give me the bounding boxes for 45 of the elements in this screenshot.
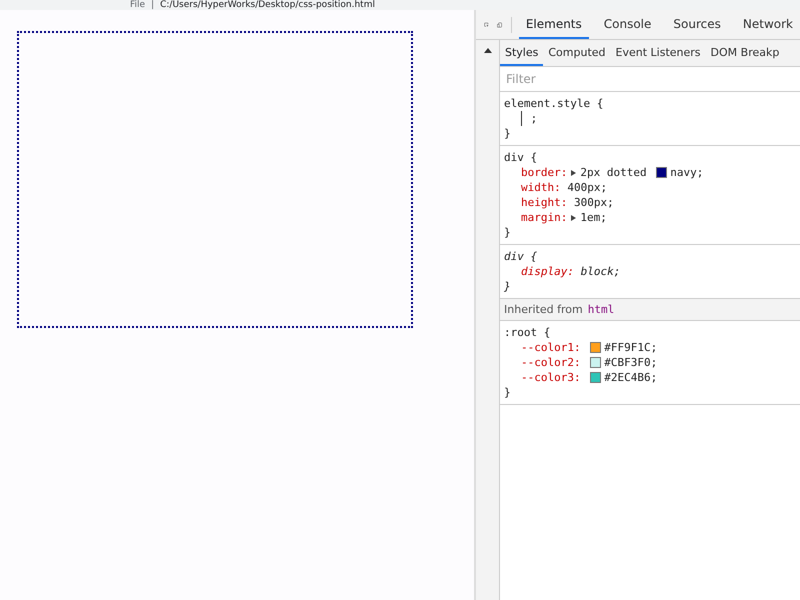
property-name[interactable]: border: bbox=[521, 165, 568, 180]
devtools-tab[interactable]: Console bbox=[596, 10, 658, 39]
property-value[interactable]: 400px; bbox=[567, 180, 608, 195]
devtools-tab[interactable]: Network bbox=[736, 10, 800, 39]
property-value[interactable]: 300px; bbox=[574, 195, 614, 210]
devtools-tab[interactable]: Sources bbox=[666, 10, 728, 39]
property-value[interactable]: navy; bbox=[670, 165, 704, 180]
property-name[interactable]: width: bbox=[521, 180, 561, 195]
styles-subtab[interactable]: Event Listeners bbox=[610, 40, 706, 66]
element-link[interactable]: html bbox=[588, 303, 614, 316]
property-value[interactable]: #CBF3F0; bbox=[604, 355, 658, 370]
color-swatch[interactable] bbox=[590, 357, 602, 368]
property-value[interactable]: 2px dotted bbox=[580, 165, 647, 180]
color-swatch[interactable] bbox=[656, 167, 668, 178]
property-value[interactable]: #FF9F1C; bbox=[604, 340, 658, 355]
scroll-up-icon[interactable] bbox=[484, 48, 492, 53]
closing-brace: } bbox=[504, 279, 512, 294]
css-selector: :root { bbox=[504, 325, 552, 340]
css-selector: div { bbox=[504, 249, 538, 264]
property-value[interactable]: ; bbox=[530, 111, 538, 126]
text-caret bbox=[521, 111, 522, 126]
css-selector: div { bbox=[504, 150, 538, 165]
property-name[interactable]: --color2: bbox=[521, 355, 581, 370]
color-swatch[interactable] bbox=[590, 372, 602, 383]
property-name[interactable]: --color1: bbox=[521, 340, 581, 355]
property-value[interactable]: #2EC4B6; bbox=[604, 370, 658, 385]
styles-subtab[interactable]: DOM Breakp bbox=[706, 40, 784, 66]
property-name[interactable]: margin: bbox=[521, 210, 568, 225]
closing-brace: } bbox=[504, 225, 512, 240]
expand-icon[interactable] bbox=[571, 214, 576, 220]
closing-brace: } bbox=[504, 126, 512, 141]
inherited-label: Inherited from bbox=[504, 303, 583, 316]
address-url[interactable]: C:/Users/HyperWorks/Desktop/css-position.html bbox=[160, 0, 375, 10]
address-separator: | bbox=[151, 0, 154, 10]
property-name[interactable]: --color3: bbox=[521, 370, 581, 385]
property-name[interactable]: height: bbox=[521, 195, 568, 210]
css-selector: element.style { bbox=[504, 96, 604, 111]
closing-brace: } bbox=[504, 385, 512, 400]
property-value[interactable]: 1em; bbox=[580, 210, 607, 225]
color-swatch[interactable] bbox=[590, 342, 602, 353]
property-name[interactable]: display: bbox=[521, 264, 574, 279]
styles-subtab[interactable]: Computed bbox=[543, 40, 611, 66]
property-value[interactable]: block; bbox=[580, 264, 620, 279]
expand-icon[interactable] bbox=[571, 170, 576, 176]
address-scheme: File bbox=[130, 0, 146, 10]
